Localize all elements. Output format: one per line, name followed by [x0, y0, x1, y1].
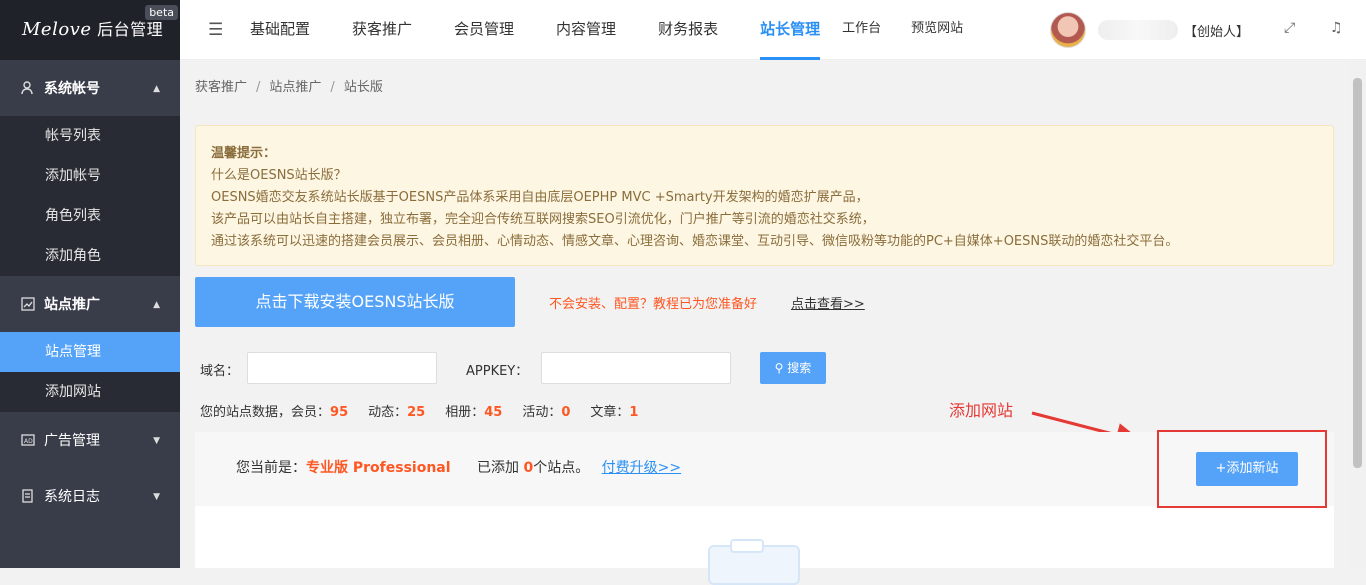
stat-label: 活动：	[522, 405, 562, 420]
svg-text:AD: AD	[24, 438, 33, 445]
stat-label: 动态：	[368, 405, 408, 420]
chevron-down-icon: ▼	[153, 492, 160, 502]
breadcrumb-item[interactable]: 站点推广	[269, 80, 321, 95]
sidebar-group-label: 站点推广	[44, 297, 100, 313]
sidebar-item-role-list[interactable]: 角色列表	[0, 196, 180, 236]
scrollbar[interactable]	[1349, 60, 1366, 568]
notice-box: 温馨提示： 什么是OESNS站长版？ OESNS婚恋交友系统站长版基于OESNS…	[195, 125, 1334, 266]
search-button[interactable]: ⚲ 搜索	[760, 352, 826, 384]
user-role: 【创始人】	[1184, 24, 1250, 40]
breadcrumb-item[interactable]: 获客推广	[195, 80, 247, 95]
chart-icon	[20, 296, 36, 312]
username-blurred	[1098, 20, 1178, 40]
site-stats: 您的站点数据，会员：95 动态：25 相册：45 活动：0 文章：1	[200, 401, 658, 420]
notice-line: 什么是OESNS站长版？	[211, 168, 347, 183]
site-count: 0	[523, 460, 534, 476]
ad-icon: AD	[20, 432, 36, 448]
sidebar-item-add-role[interactable]: 添加角色	[0, 236, 180, 276]
sidebar: Melove 后台管理 beta 系统帐号 ▲ 帐号列表 添加帐号 角色列表 添…	[0, 0, 180, 568]
stat-value: 25	[407, 405, 426, 420]
sidebar-group-label: 系统帐号	[44, 81, 100, 97]
tutorial-tip: 不会安装、配置？教程已为您准备好	[549, 297, 758, 312]
sidebar-item-account-list[interactable]: 帐号列表	[0, 116, 180, 156]
stat-label: 文章：	[590, 405, 630, 420]
notice-line: 通过该系统可以迅速的搭建会员展示、会员相册、心情动态、情感文章、心理咨询、婚恋课…	[211, 234, 1179, 249]
upgrade-link[interactable]: 付费升级>>	[602, 460, 681, 476]
sidebar-group-accounts[interactable]: 系统帐号 ▲	[0, 60, 180, 116]
sidebar-group-site-promo[interactable]: 站点推广 ▲	[0, 276, 180, 332]
plan-info: 您当前是：专业版 Professional 已添加 0个站点。 付费升级>>	[236, 457, 681, 477]
stat-value: 95	[330, 405, 349, 420]
sidebar-group-logs[interactable]: 系统日志 ▼	[0, 468, 180, 524]
stat-label: 会员：	[291, 405, 331, 420]
top-bar: ☰ 基础配置 获客推广 会员管理 内容管理 财务报表 站长管理 工作台 预览网站…	[180, 0, 1366, 60]
empty-state-icon	[708, 539, 800, 585]
added-suffix: 个站点。	[533, 460, 590, 476]
headset-icon[interactable]: ♫	[1330, 20, 1343, 36]
sidebar-item-site-manage[interactable]: 站点管理	[0, 332, 180, 372]
logo[interactable]: Melove 后台管理 beta	[0, 0, 180, 60]
beta-badge: beta	[145, 5, 178, 20]
nav-basic-config[interactable]: 基础配置	[250, 0, 310, 60]
nav-preview-site[interactable]: 预览网站	[911, 0, 963, 60]
plan-name: 专业版 Professional	[306, 460, 451, 476]
annotation-label: 添加网站	[949, 401, 1014, 420]
chevron-up-icon: ▲	[153, 300, 160, 310]
highlight-box	[1157, 430, 1327, 508]
notice-line: OESNS婚恋交友系统站长版基于OESNS产品体系采用自由底层OEPHP MVC…	[211, 190, 869, 205]
domain-input[interactable]	[247, 352, 437, 384]
stat-value: 0	[561, 405, 571, 420]
download-button[interactable]: 点击下载安装OESNS站长版	[195, 277, 515, 327]
search-button-label: 搜索	[787, 361, 812, 375]
sidebar-group-label: 广告管理	[44, 433, 100, 449]
stat-value: 1	[629, 405, 639, 420]
user-icon	[20, 80, 36, 96]
nav-finance[interactable]: 财务报表	[658, 0, 718, 60]
breadcrumb: 获客推广 / 站点推广 / 站长版	[195, 80, 383, 95]
chevron-down-icon: ▼	[153, 436, 160, 446]
breadcrumb-item: 站长版	[343, 80, 383, 95]
menu-fold-icon[interactable]: ☰	[208, 20, 223, 40]
nav-members[interactable]: 会员管理	[454, 0, 514, 60]
log-icon	[20, 488, 36, 504]
notice-line: 该产品可以由站长自主搭建，独立布署，完全迎合传统互联网搜索SEO引流优化，门户推…	[211, 212, 875, 227]
scrollbar-thumb[interactable]	[1353, 78, 1362, 468]
added-prefix: 已添加	[477, 460, 524, 476]
top-nav: 基础配置 获客推广 会员管理 内容管理 财务报表 站长管理 工作台 预览网站	[250, 0, 993, 60]
domain-label: 域名：	[200, 364, 240, 379]
sidebar-group-label: 系统日志	[44, 489, 100, 505]
avatar[interactable]	[1050, 12, 1086, 48]
sidebar-submenu-site-promo: 站点管理 添加网站	[0, 332, 180, 412]
tutorial-link[interactable]: 点击查看>>	[791, 293, 865, 312]
stats-prefix: 您的站点数据，	[200, 405, 292, 420]
nav-acquisition[interactable]: 获客推广	[352, 0, 412, 60]
brand: Melove 后台管理	[22, 19, 164, 40]
chevron-up-icon: ▲	[153, 84, 160, 94]
user-menu[interactable]: 【创始人】	[1050, 12, 1249, 48]
nav-content[interactable]: 内容管理	[556, 0, 616, 60]
nav-workbench[interactable]: 工作台	[842, 0, 881, 60]
notice-title: 温馨提示：	[211, 146, 277, 161]
appkey-label: APPKEY：	[466, 364, 529, 379]
stat-value: 45	[484, 405, 503, 420]
plan-prefix: 您当前是：	[236, 460, 306, 476]
sidebar-item-add-account[interactable]: 添加帐号	[0, 156, 180, 196]
sidebar-item-add-site[interactable]: 添加网站	[0, 372, 180, 412]
sidebar-submenu-accounts: 帐号列表 添加帐号 角色列表 添加角色	[0, 116, 180, 276]
stat-label: 相册：	[445, 405, 485, 420]
nav-webmaster[interactable]: 站长管理	[760, 0, 821, 60]
fullscreen-icon[interactable]: ⤢	[1284, 20, 1295, 36]
sidebar-group-ads[interactable]: AD 广告管理 ▼	[0, 412, 180, 468]
appkey-input[interactable]	[541, 352, 731, 384]
search-icon: ⚲	[774, 361, 784, 375]
